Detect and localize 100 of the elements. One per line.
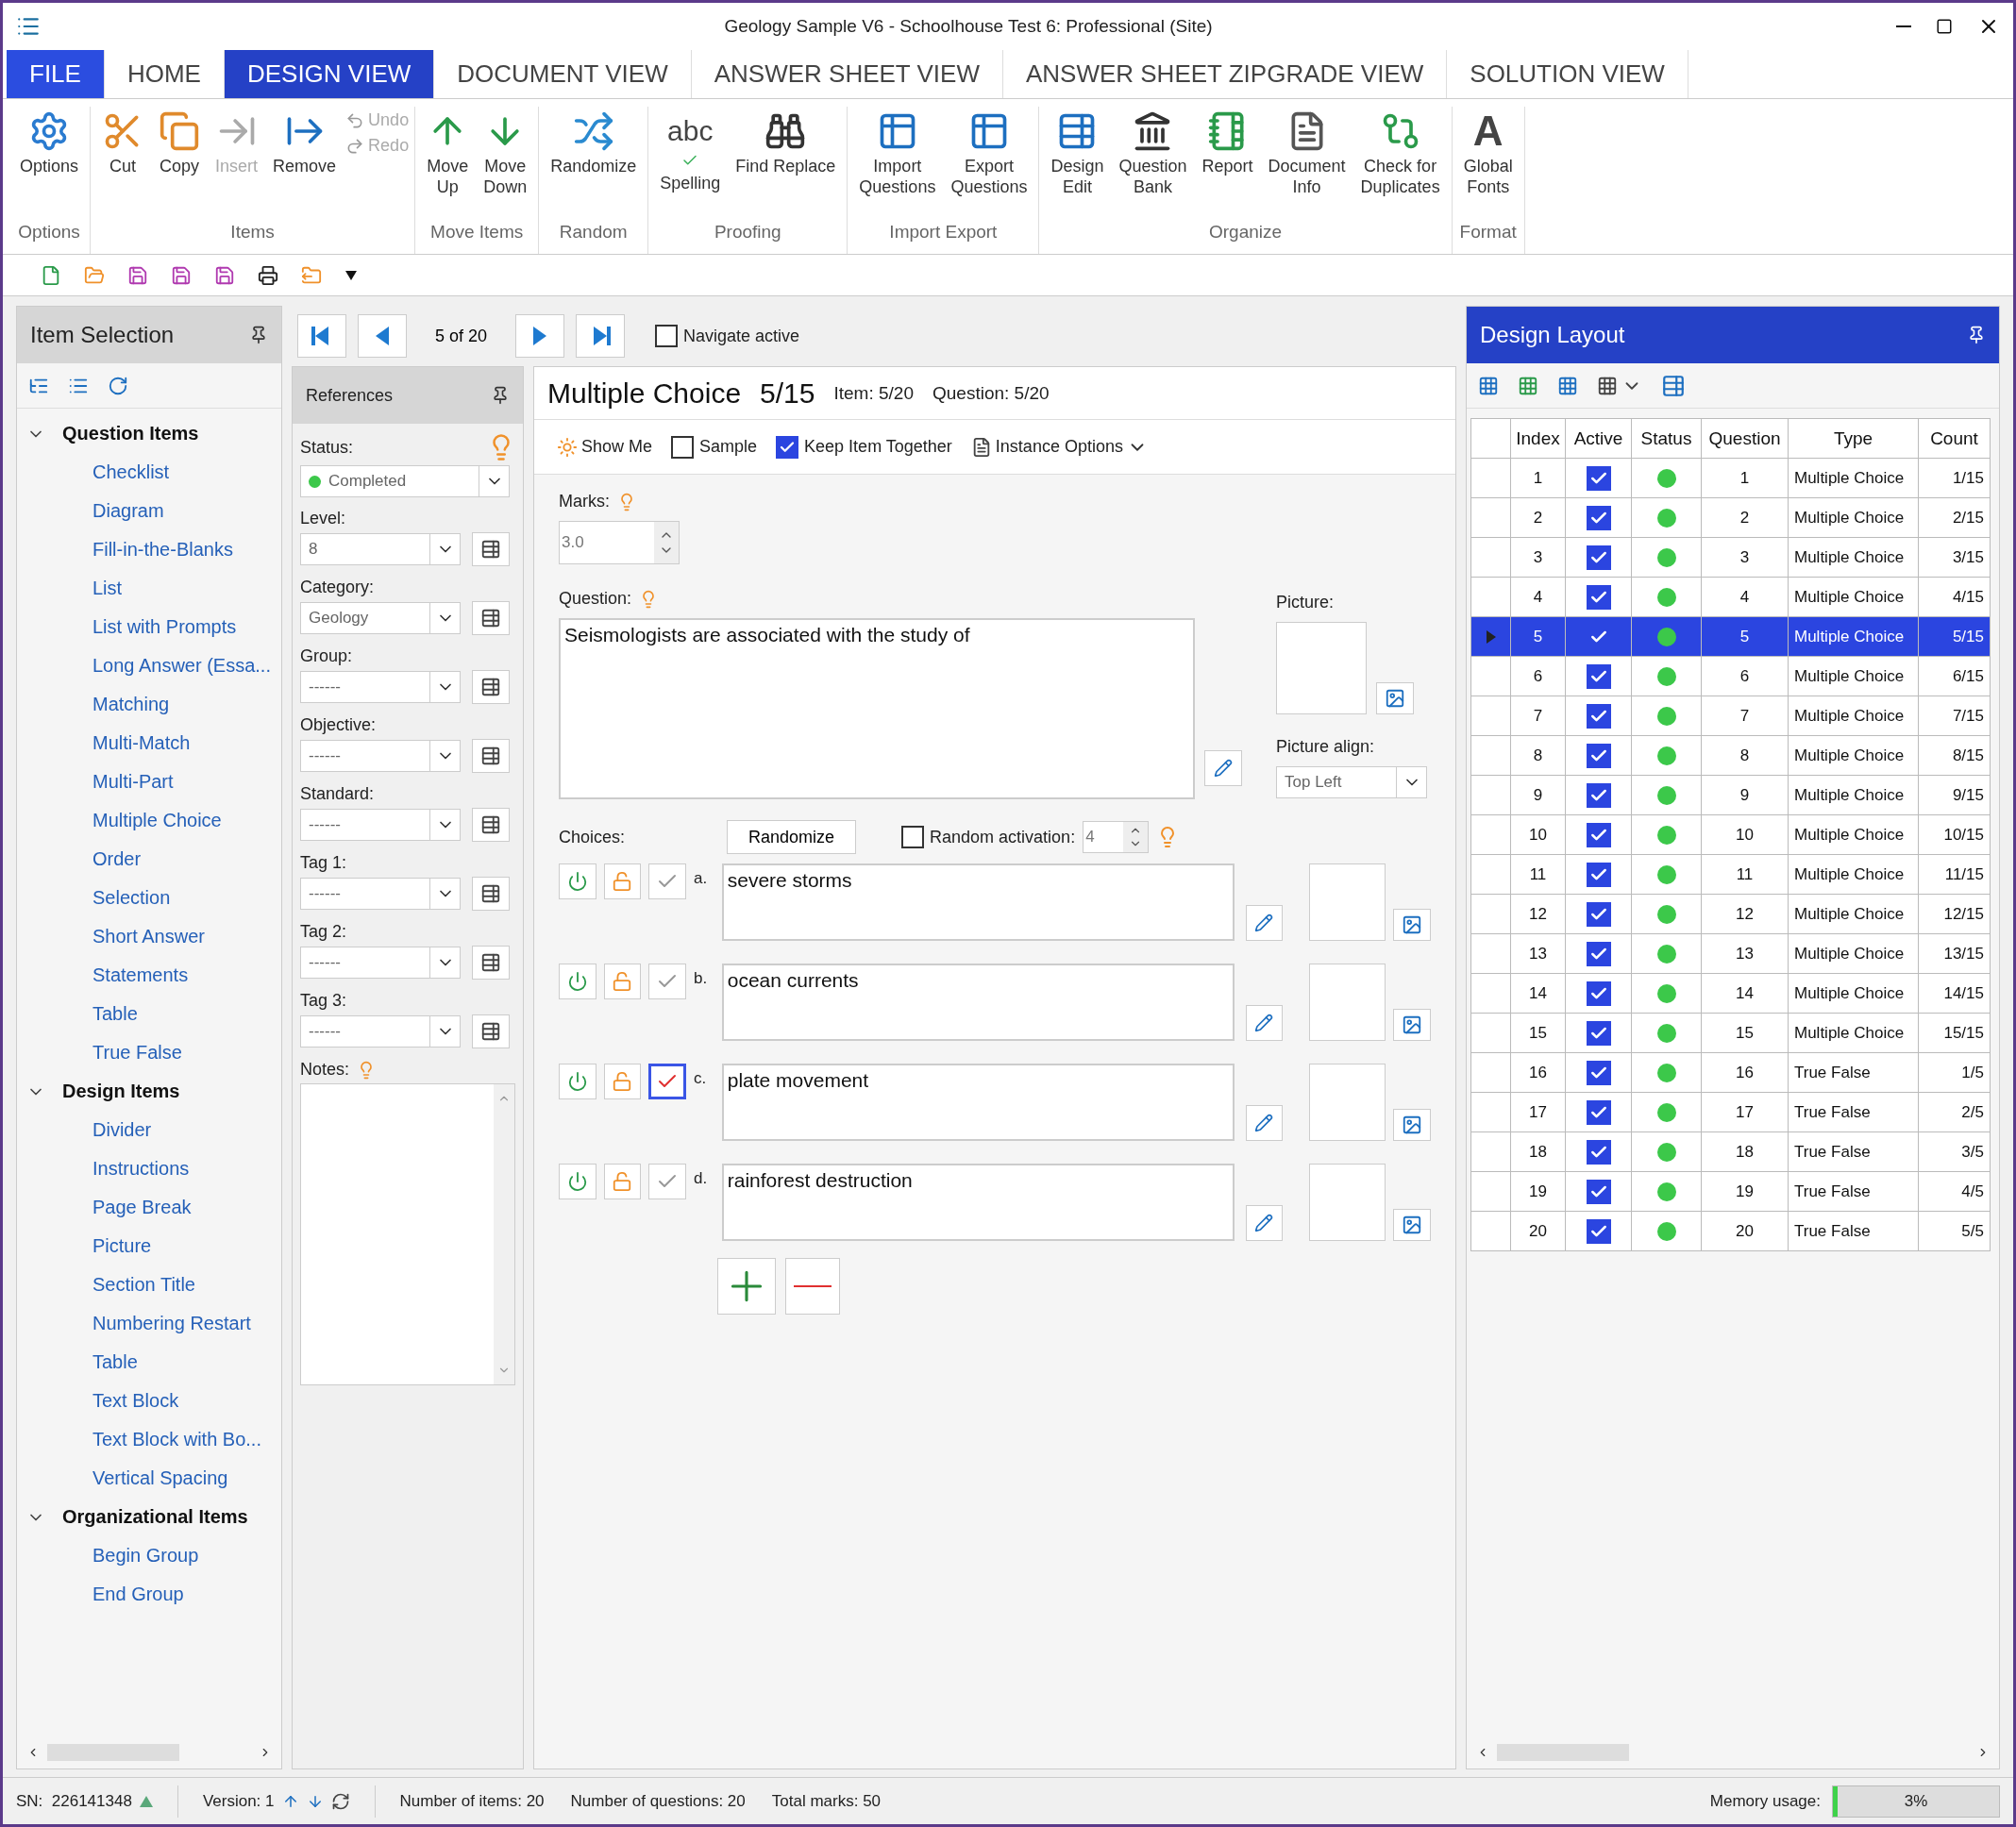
table-row[interactable]: 4 4 Multiple Choice 4/15 [1471,578,1991,617]
tree-item[interactable]: Multi-Part [17,763,281,801]
tree-item[interactable]: Page Break [17,1188,281,1227]
ribbon-button[interactable]: Check for Duplicates [1354,107,1446,201]
ribbon-button[interactable]: Remove [267,107,343,180]
checkbox[interactable] [1586,743,1611,768]
ribbon-button[interactable]: Cut [96,107,150,180]
activation-spinner[interactable]: 4 [1083,821,1150,853]
table-row[interactable]: 13 13 Multiple Choice 13/15 [1471,934,1991,974]
table-edit-button[interactable] [472,1014,510,1048]
table-row[interactable]: 10 10 Multiple Choice 10/15 [1471,815,1991,855]
table-row[interactable]: 6 6 Multiple Choice 6/15 [1471,657,1991,696]
choice-text-field[interactable]: ocean currents [721,964,1235,1041]
checkbox[interactable] [776,435,799,459]
dropdown[interactable]: Geology [300,602,461,634]
tree-item[interactable]: Begin Group [17,1536,281,1575]
ribbon-button[interactable]: Move Up [421,107,475,201]
tree-item[interactable]: List with Prompts [17,608,281,646]
table-edit-button[interactable] [472,946,510,980]
table-row[interactable]: 12 12 Multiple Choice 12/15 [1471,895,1991,934]
insert-picture-button[interactable] [1376,682,1414,714]
checkbox[interactable] [1586,703,1611,729]
tree-item[interactable]: Order [17,840,281,879]
table-edit-button[interactable] [472,601,510,635]
table-row[interactable]: 20 20 True False 5/5 [1471,1212,1991,1251]
checkbox[interactable] [1586,862,1611,887]
tree-category[interactable]: Organizational Items [17,1498,281,1536]
edit-button[interactable] [1245,1005,1284,1041]
tree-item[interactable]: Multiple Choice [17,801,281,840]
tree-item[interactable]: Numbering Restart [17,1304,281,1343]
ribbon-tab[interactable]: DESIGN VIEW [224,50,435,98]
dropdown[interactable]: ------ [300,878,461,910]
checkbox[interactable] [1586,782,1611,808]
checkbox[interactable] [1586,1099,1611,1125]
file-menu-button[interactable]: FILE [7,50,105,98]
table-edit-button[interactable] [472,808,510,842]
next-item-button[interactable] [515,314,565,358]
edit-button[interactable] [1245,1205,1284,1241]
dropdown[interactable]: ------ [300,947,461,979]
checkbox[interactable] [1586,981,1611,1006]
ribbon-button[interactable]: Design Edit [1045,107,1110,201]
tree-item[interactable]: Matching [17,685,281,724]
table-edit-button[interactable] [472,670,510,704]
checkbox[interactable] [1586,1020,1611,1046]
tree-item[interactable]: End Group [17,1575,281,1614]
last-item-button[interactable] [576,314,626,358]
table-row[interactable]: 5 5 Multiple Choice 5/15 [1471,617,1991,657]
first-item-button[interactable] [297,314,346,358]
edit-button[interactable] [1245,905,1284,941]
tree-category[interactable]: Design Items [17,1072,281,1111]
remove-choice-button[interactable] [785,1258,840,1315]
tree-item[interactable]: Text Block [17,1382,281,1420]
checkbox[interactable] [1586,663,1611,689]
ribbon-button[interactable]: A Global Fonts [1457,107,1519,201]
activate-button[interactable] [559,1164,596,1199]
ribbon-button[interactable]: abc Spelling [654,107,727,197]
table-row[interactable]: 9 9 Multiple Choice 9/15 [1471,776,1991,815]
checkbox[interactable] [901,826,925,848]
tree-item[interactable]: Long Answer (Essa... [17,646,281,685]
checkbox[interactable] [655,325,679,347]
table-row[interactable]: 17 17 True False 2/5 [1471,1093,1991,1132]
checkbox[interactable] [671,435,695,459]
previous-item-button[interactable] [358,314,407,358]
dropdown[interactable]: 8 [300,533,461,565]
ribbon-button[interactable]: Move Down [478,107,533,201]
table-row[interactable]: 3 3 Multiple Choice 3/15 [1471,538,1991,578]
ribbon-button[interactable]: Find Replace [730,107,842,180]
dropdown-caret-icon[interactable] [344,269,358,281]
checkbox[interactable] [1586,941,1611,966]
checkbox[interactable] [1586,545,1611,570]
ribbon-button[interactable]: Question Bank [1113,107,1193,201]
dropdown[interactable]: ------ [300,1015,461,1048]
vertical-scrollbar[interactable] [494,1084,514,1384]
status-select[interactable]: Completed [300,465,510,497]
picture-align-dropdown[interactable]: Top Left [1276,766,1427,798]
dropdown[interactable]: ------ [300,740,461,772]
tree-item[interactable]: True False [17,1033,281,1072]
edit-button[interactable] [1245,1105,1284,1141]
checkbox[interactable] [1586,1218,1611,1244]
ribbon-button[interactable]: Report [1196,107,1259,180]
tree-item[interactable]: Text Block with Bo... [17,1420,281,1459]
tree-item[interactable]: List [17,569,281,608]
tree-item[interactable]: Multi-Match [17,724,281,763]
tree-item[interactable]: Vertical Spacing [17,1459,281,1498]
activate-button[interactable] [559,863,596,899]
instance-options-dropdown[interactable]: Instance Options [970,436,1148,458]
ribbon-button[interactable]: Import Questions [853,107,942,201]
checkbox[interactable] [1586,1179,1611,1204]
tree-item[interactable]: Table [17,1343,281,1382]
show-me-button[interactable]: Show Me [557,436,653,458]
table-row[interactable]: 7 7 Multiple Choice 7/15 [1471,696,1991,736]
tree-item[interactable]: Statements [17,956,281,995]
table-row[interactable]: 1 1 Multiple Choice 1/15 [1471,459,1991,498]
tree-item[interactable]: Fill-in-the-Blanks [17,530,281,569]
tree-item[interactable]: Instructions [17,1149,281,1188]
insert-picture-button[interactable] [1393,909,1432,941]
table-edit-button[interactable] [472,532,510,566]
tree-item[interactable]: Short Answer [17,917,281,956]
tree-item[interactable]: Selection [17,879,281,917]
table-row[interactable]: 2 2 Multiple Choice 2/15 [1471,498,1991,538]
